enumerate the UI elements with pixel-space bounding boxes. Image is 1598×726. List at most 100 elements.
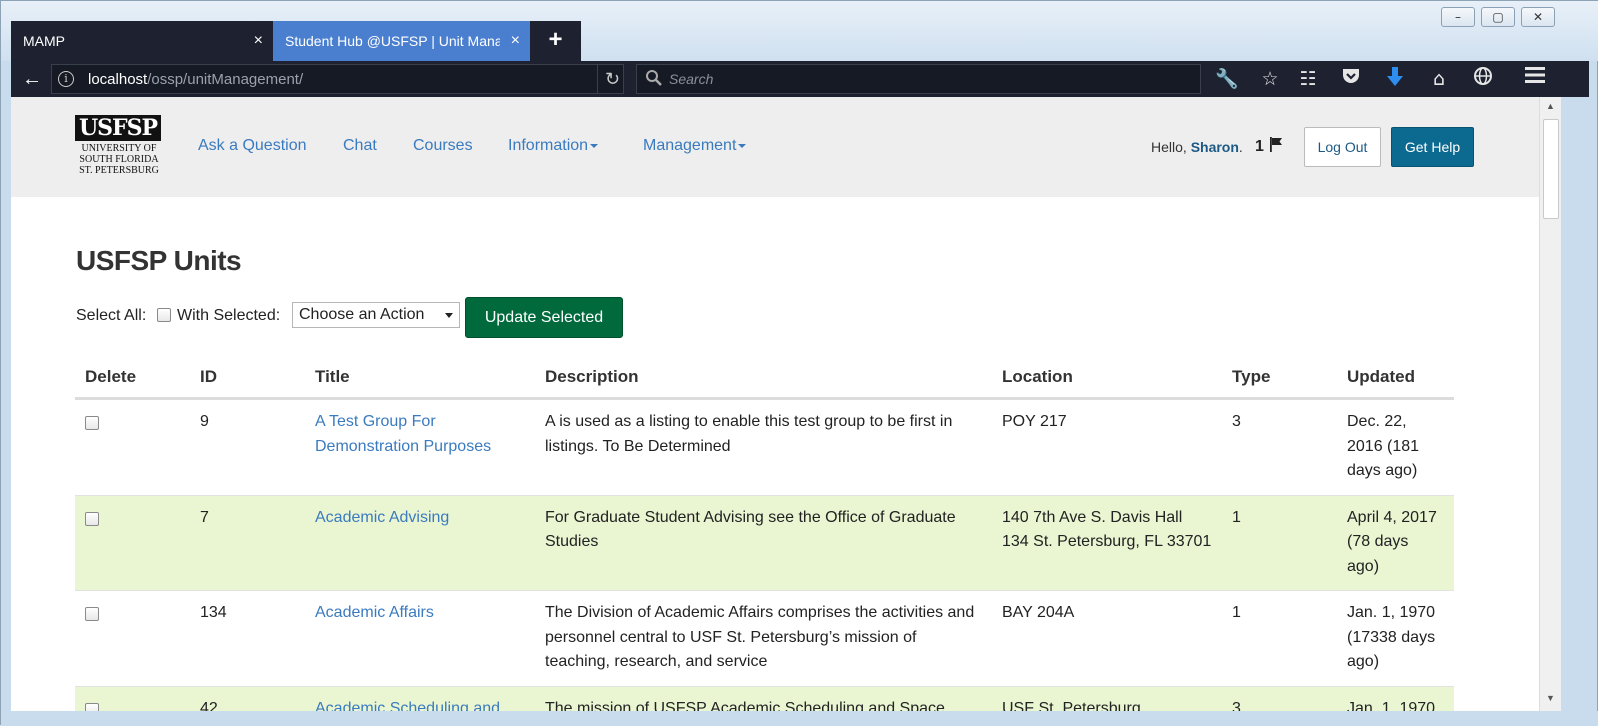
nav-management-label: Management	[643, 137, 737, 154]
tab-unit-management[interactable]: Student Hub @USFSP | Unit Management ×	[273, 21, 530, 61]
update-selected-button[interactable]: Update Selected	[465, 297, 623, 338]
delete-cell	[75, 590, 190, 687]
title-bar: – ▢ ✕ MAMP × Student Hub @USFSP | Unit M…	[1, 1, 1598, 61]
title-cell: Academic Affairs	[305, 590, 535, 687]
unit-title-link[interactable]: A Test Group For Demonstration Purposes	[315, 413, 491, 455]
type-cell: 1	[1222, 495, 1337, 591]
globe-icon[interactable]	[1469, 65, 1497, 93]
search-input[interactable]: Search	[636, 64, 1201, 94]
page-content: USFSP UNIVERSITY OF SOUTH FLORIDA ST. PE…	[11, 97, 1539, 711]
scrollbar-thumb[interactable]	[1543, 119, 1559, 219]
close-icon[interactable]: ×	[511, 21, 520, 61]
unit-title-link[interactable]: Academic Scheduling and Space	[315, 700, 500, 712]
flag-icon	[1268, 137, 1284, 155]
title-cell: Academic Scheduling and Space	[305, 686, 535, 711]
get-help-button[interactable]: Get Help	[1391, 127, 1474, 167]
table-row: 7 Academic Advising For Graduate Student…	[75, 495, 1454, 591]
nav-ask-a-question[interactable]: Ask a Question	[198, 137, 307, 155]
location-cell: USF St. Petersburg	[992, 686, 1222, 711]
navigation-bar: ← i localhost/ossp/unitManagement/ ↻ Sea…	[11, 61, 1589, 97]
type-cell: 3	[1222, 398, 1337, 496]
pocket-icon[interactable]	[1337, 65, 1365, 93]
unit-title-link[interactable]: Academic Advising	[315, 509, 449, 526]
flag-count: 1	[1255, 138, 1264, 155]
new-tab-button[interactable]: +	[530, 21, 581, 61]
location-cell: BAY 204A	[992, 590, 1222, 687]
info-icon[interactable]: i	[58, 71, 74, 87]
column-header-delete: Delete	[75, 355, 190, 400]
usfsp-logo[interactable]: USFSP UNIVERSITY OF SOUTH FLORIDA ST. PE…	[75, 115, 163, 176]
select-all-label: Select All:	[76, 307, 147, 324]
window-bottom-edge	[1, 711, 1598, 726]
caret-down-icon	[738, 143, 747, 148]
units-table: Delete ID Title Description Location Typ…	[75, 355, 1454, 711]
nav-chat[interactable]: Chat	[343, 137, 377, 155]
logo-line: SOUTH FLORIDA	[79, 154, 159, 165]
bulk-actions-bar: Select All: With Selected: Choose an Act…	[76, 297, 676, 338]
description-cell: For Graduate Student Advising see the Of…	[535, 495, 992, 591]
tab-mamp[interactable]: MAMP ×	[11, 21, 273, 61]
log-out-button[interactable]: Log Out	[1304, 127, 1381, 167]
caret-down-icon	[590, 143, 599, 148]
type-cell: 1	[1222, 590, 1337, 687]
action-select[interactable]: Choose an Action	[292, 302, 460, 328]
title-cell: Academic Advising	[305, 495, 535, 591]
dropdown-arrow-icon	[445, 313, 453, 318]
address-bar[interactable]: i localhost/ossp/unitManagement/	[51, 64, 624, 94]
user-name[interactable]: Sharon	[1191, 139, 1239, 155]
column-header-title: Title	[305, 355, 535, 400]
table-row: 134 Academic Affairs The Division of Aca…	[75, 590, 1454, 687]
scroll-down-arrow-icon[interactable]: ▼	[1546, 693, 1555, 703]
column-header-type: Type	[1222, 355, 1337, 400]
delete-cell	[75, 398, 190, 496]
menu-hamburger-icon[interactable]	[1521, 65, 1549, 93]
wrench-icon[interactable]: 🔧	[1213, 65, 1241, 93]
flag-notifications[interactable]: 1	[1255, 136, 1284, 156]
column-header-description: Description	[535, 355, 992, 400]
site-header: USFSP UNIVERSITY OF SOUTH FLORIDA ST. PE…	[11, 97, 1539, 197]
delete-checkbox[interactable]	[85, 702, 99, 711]
updated-cell: Jan. 1, 1970 (17338 days ago)	[1337, 590, 1454, 687]
unit-title-link[interactable]: Academic Affairs	[315, 604, 434, 621]
description-cell: The mission of USFSP Academic Scheduling…	[535, 686, 992, 711]
column-header-location: Location	[992, 355, 1222, 400]
user-greeting: Hello, Sharon.	[1151, 139, 1243, 155]
home-icon[interactable]: ⌂	[1425, 65, 1453, 93]
nav-management-dropdown[interactable]: Management	[643, 137, 747, 155]
download-arrow-icon[interactable]	[1381, 65, 1409, 93]
minimize-button[interactable]: –	[1441, 7, 1475, 27]
id-cell: 42	[190, 686, 305, 711]
logo-line: ST. PETERSBURG	[79, 165, 159, 176]
close-window-button[interactable]: ✕	[1521, 7, 1555, 27]
delete-checkbox[interactable]	[85, 607, 99, 621]
table-row: 42 Academic Scheduling and Space The mis…	[75, 686, 1454, 711]
action-select-value: Choose an Action	[299, 306, 425, 323]
id-cell: 134	[190, 590, 305, 687]
reading-list-icon[interactable]: ☷	[1294, 65, 1322, 93]
close-icon[interactable]: ×	[254, 21, 263, 61]
nav-information-dropdown[interactable]: Information	[508, 137, 599, 155]
reload-icon[interactable]: ↻	[597, 64, 627, 94]
tab-label: Student Hub @USFSP | Unit Management	[285, 33, 500, 49]
tab-strip: MAMP × Student Hub @USFSP | Unit Managem…	[11, 21, 581, 61]
column-header-updated: Updated	[1337, 355, 1454, 400]
maximize-button[interactable]: ▢	[1481, 7, 1515, 27]
scroll-up-arrow-icon[interactable]: ▲	[1546, 101, 1555, 111]
url-host: localhost	[88, 71, 148, 88]
back-arrow-icon[interactable]: ←	[19, 66, 45, 92]
nav-courses[interactable]: Courses	[413, 137, 473, 155]
description-cell: A is used as a listing to enable this te…	[535, 398, 992, 496]
greeting-suffix: .	[1238, 139, 1243, 155]
description-cell: The Division of Academic Affairs compris…	[535, 590, 992, 687]
select-all-checkbox[interactable]	[157, 308, 171, 322]
updated-cell: Dec. 22, 2016 (181 days ago)	[1337, 398, 1454, 496]
search-icon	[645, 69, 665, 89]
delete-checkbox[interactable]	[85, 511, 99, 526]
vertical-scrollbar[interactable]: ▲ ▼	[1539, 97, 1561, 711]
bookmark-star-icon[interactable]: ☆	[1256, 65, 1284, 93]
location-cell: 140 7th Ave S. Davis Hall 134 St. Peters…	[992, 495, 1222, 591]
id-cell: 7	[190, 495, 305, 591]
delete-checkbox[interactable]	[85, 416, 99, 430]
title-cell: A Test Group For Demonstration Purposes	[305, 398, 535, 496]
url-path: /ossp/unitManagement/	[147, 71, 304, 88]
